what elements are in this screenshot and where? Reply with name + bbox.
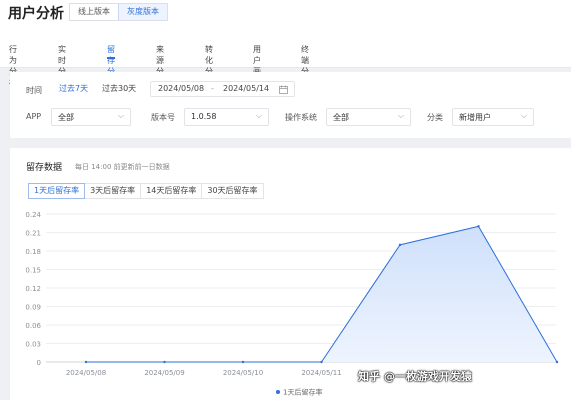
y-tick-label: 0.03 (25, 341, 41, 349)
retention-area-chart: 0 0.03 0.06 0.09 0.12 0.15 0.18 0.21 0.24 2024/05… (25, 211, 559, 397)
series-point (163, 360, 166, 364)
x-tick-label: 2024/05/11 (301, 369, 341, 377)
series-point (555, 360, 559, 364)
legend-label: 1天后留存率 (283, 388, 322, 397)
series-point (320, 360, 323, 364)
series-point (398, 243, 402, 247)
y-tick-label: 0.15 (25, 267, 41, 275)
y-tick-label: 0.18 (25, 248, 41, 256)
legend-marker (276, 390, 280, 394)
y-tick-label: 0.06 (25, 322, 41, 330)
series-area-fill (86, 226, 557, 362)
series-point (241, 360, 245, 364)
x-tick-label: 2024/05/10 (223, 369, 263, 377)
metric-tab-1-day[interactable]: 1天后留存率 (28, 183, 86, 199)
watermark: 知乎 @一枚游戏开发猿 (358, 370, 472, 383)
y-tick-label: 0.12 (25, 285, 41, 293)
y-tick-label: 0 (37, 359, 41, 367)
y-tick-label: 0.24 (25, 211, 41, 219)
y-tick-label: 0.21 (25, 230, 41, 238)
x-tick-label: 2024/05/09 (144, 369, 184, 377)
x-tick-label: 2024/05/08 (66, 369, 106, 377)
series-point (84, 360, 88, 364)
y-tick-label: 0.09 (25, 304, 41, 312)
series-point (477, 225, 480, 228)
